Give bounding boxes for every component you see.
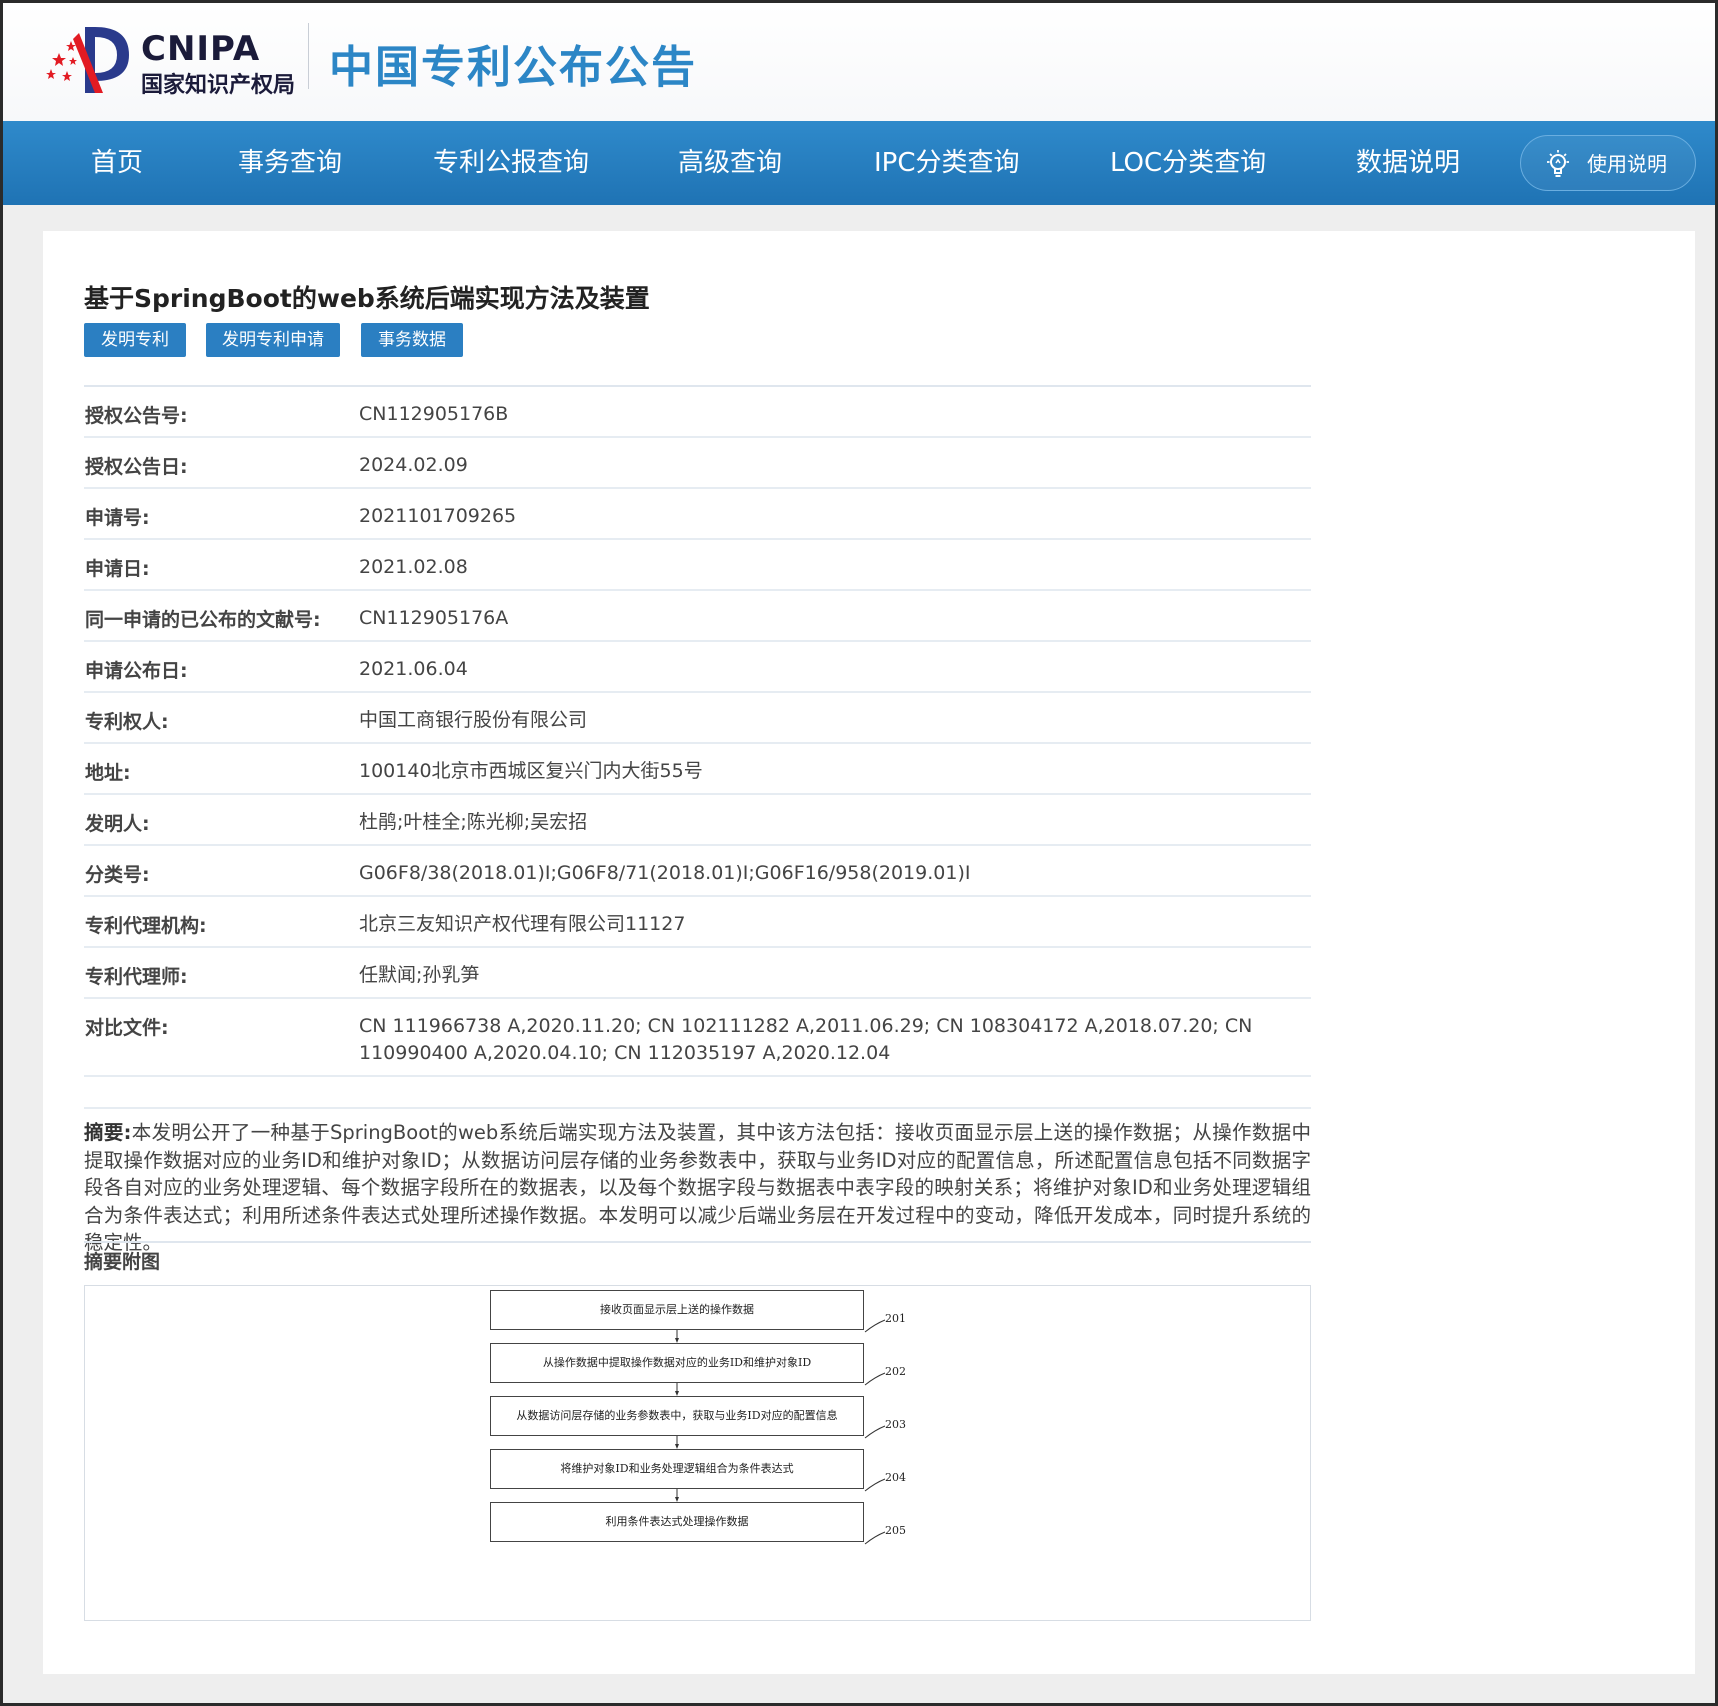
flow-arrow — [675, 1489, 679, 1502]
flow-arrow — [675, 1383, 679, 1396]
site-title[interactable]: 中国专利公布公告 — [329, 31, 697, 95]
tag-invention-application[interactable]: 发明专利申请 — [206, 323, 340, 357]
figure-divider — [84, 1241, 1311, 1243]
info-label: 申请号: — [85, 507, 150, 529]
help-label: 使用说明 — [1587, 152, 1667, 176]
info-row-cited-documents: 对比文件: CN 111966738 A,2020.11.20; CN 1021… — [84, 999, 1311, 1077]
info-row-grant-date: 授权公告日: 2024.02.09 — [84, 438, 1311, 489]
abstract-figure: 接收页面显示层上送的操作数据 从操作数据中提取操作数据对应的业务ID和维护对象I… — [84, 1285, 1311, 1621]
nav-data-description[interactable]: 数据说明 — [1356, 121, 1460, 205]
info-label: 专利代理机构: — [85, 915, 207, 937]
abstract-divider — [84, 1107, 1311, 1109]
patent-title: 基于SpringBoot的web系统后端实现方法及装置 — [84, 284, 650, 313]
header-divider — [308, 23, 309, 89]
flow-ref-201: 201 — [885, 1312, 906, 1325]
info-value: 2021.02.08 — [359, 556, 468, 578]
abstract-label: 摘要: — [84, 1121, 132, 1144]
info-value: 杜鹃;叶桂全;陈光柳;吴宏招 — [359, 811, 588, 833]
info-label: 对比文件: — [85, 1017, 169, 1039]
flow-arrow — [675, 1330, 679, 1343]
tag-invention-patent[interactable]: 发明专利 — [84, 323, 186, 357]
cnipa-emblem-icon — [46, 27, 129, 93]
info-label: 发明人: — [85, 813, 150, 835]
figure-title: 摘要附图 — [84, 1251, 161, 1273]
info-label: 申请日: — [85, 558, 150, 580]
flow-step-202: 从操作数据中提取操作数据对应的业务ID和维护对象ID — [490, 1343, 864, 1383]
info-label: 地址: — [85, 762, 131, 784]
info-value: CN112905176B — [359, 403, 509, 425]
info-row-patentee: 专利权人: 中国工商银行股份有限公司 — [84, 693, 1311, 744]
logo-text-cn: 国家知识产权局 — [141, 72, 296, 98]
logo-text-en: CNIPA — [141, 29, 261, 69]
info-row-application-date: 申请日: 2021.02.08 — [84, 540, 1311, 591]
info-row-agency: 专利代理机构: 北京三友知识产权代理有限公司11127 — [84, 897, 1311, 948]
flow-ref-203: 203 — [885, 1418, 906, 1431]
tag-transaction-data[interactable]: 事务数据 — [361, 323, 463, 357]
info-label: 授权公告日: — [85, 456, 188, 478]
info-value: 中国工商银行股份有限公司 — [359, 709, 588, 731]
nav-transaction-query[interactable]: 事务查询 — [238, 121, 342, 205]
info-label: 专利权人: — [85, 711, 169, 733]
info-value: 2024.02.09 — [359, 454, 468, 476]
flow-ref-204: 204 — [885, 1471, 906, 1484]
info-label: 申请公布日: — [85, 660, 188, 682]
main-nav: 首页 事务查询 专利公报查询 高级查询 IPC分类查询 LOC分类查询 数据说明… — [3, 121, 1715, 205]
info-label: 授权公告号: — [85, 405, 188, 427]
info-value: CN112905176A — [359, 607, 509, 629]
info-row-grant-number: 授权公告号: CN112905176B — [84, 387, 1311, 438]
flow-step-201: 接收页面显示层上送的操作数据 — [490, 1290, 864, 1330]
info-row-agent: 专利代理师: 任默闻;孙乳笋 — [84, 948, 1311, 999]
info-value: 北京三友知识产权代理有限公司11127 — [359, 913, 686, 935]
patent-info-table: 授权公告号: CN112905176B 授权公告日: 2024.02.09 申请… — [84, 385, 1311, 1077]
flow-arrow — [675, 1436, 679, 1449]
info-row-address: 地址: 100140北京市西城区复兴门内大街55号 — [84, 744, 1311, 795]
nav-home[interactable]: 首页 — [91, 121, 143, 205]
lightbulb-icon — [1547, 150, 1569, 177]
nav-advanced-query[interactable]: 高级查询 — [678, 121, 782, 205]
flow-step-203: 从数据访问层存储的业务参数表中，获取与业务ID对应的配置信息 — [490, 1396, 864, 1436]
info-row-inventors: 发明人: 杜鹃;叶桂全;陈光柳;吴宏招 — [84, 795, 1311, 846]
info-row-classification: 分类号: G06F8/38(2018.01)I;G06F8/71(2018.01… — [84, 846, 1311, 897]
nav-loc-query[interactable]: LOC分类查询 — [1110, 121, 1266, 205]
nav-gazette-query[interactable]: 专利公报查询 — [433, 121, 589, 205]
info-value: 任默闻;孙乳笋 — [359, 964, 480, 986]
info-label: 分类号: — [85, 864, 150, 886]
abstract-text: 本发明公开了一种基于SpringBoot的web系统后端实现方法及装置，其中该方… — [84, 1121, 1311, 1254]
info-value: 2021.06.04 — [359, 658, 468, 680]
info-row-application-number: 申请号: 2021101709265 — [84, 489, 1311, 540]
info-value: G06F8/38(2018.01)I;G06F8/71(2018.01)I;G0… — [359, 862, 971, 884]
flow-ref-202: 202 — [885, 1365, 906, 1378]
nav-ipc-query[interactable]: IPC分类查询 — [874, 121, 1020, 205]
cnipa-logo[interactable]: CNIPA 国家知识产权局 — [45, 19, 315, 99]
info-row-publication-date: 申请公布日: 2021.06.04 — [84, 642, 1311, 693]
info-value: 2021101709265 — [359, 505, 517, 527]
site-header: CNIPA 国家知识产权局 中国专利公布公告 — [3, 3, 1715, 121]
info-value: 100140北京市西城区复兴门内大街55号 — [359, 760, 703, 782]
patent-detail-card: 基于SpringBoot的web系统后端实现方法及装置 发明专利 发明专利申请 … — [43, 231, 1695, 1674]
info-row-published-doc-number: 同一申请的已公布的文献号: CN112905176A — [84, 591, 1311, 642]
info-label: 专利代理师: — [85, 966, 188, 988]
flow-step-204: 将维护对象ID和业务处理逻辑组合为条件表达式 — [490, 1449, 864, 1489]
abstract: 摘要:本发明公开了一种基于SpringBoot的web系统后端实现方法及装置，其… — [84, 1119, 1311, 1257]
help-button[interactable]: 使用说明 — [1520, 135, 1696, 191]
browser-viewport: CNIPA 国家知识产权局 中国专利公布公告 首页 事务查询 专利公报查询 高级… — [3, 3, 1715, 1703]
flow-ref-205: 205 — [885, 1524, 906, 1537]
info-value: CN 111966738 A,2020.11.20; CN 102111282 … — [359, 1015, 1253, 1064]
flow-step-205: 利用条件表达式处理操作数据 — [490, 1502, 864, 1542]
info-label: 同一申请的已公布的文献号: — [85, 609, 321, 631]
